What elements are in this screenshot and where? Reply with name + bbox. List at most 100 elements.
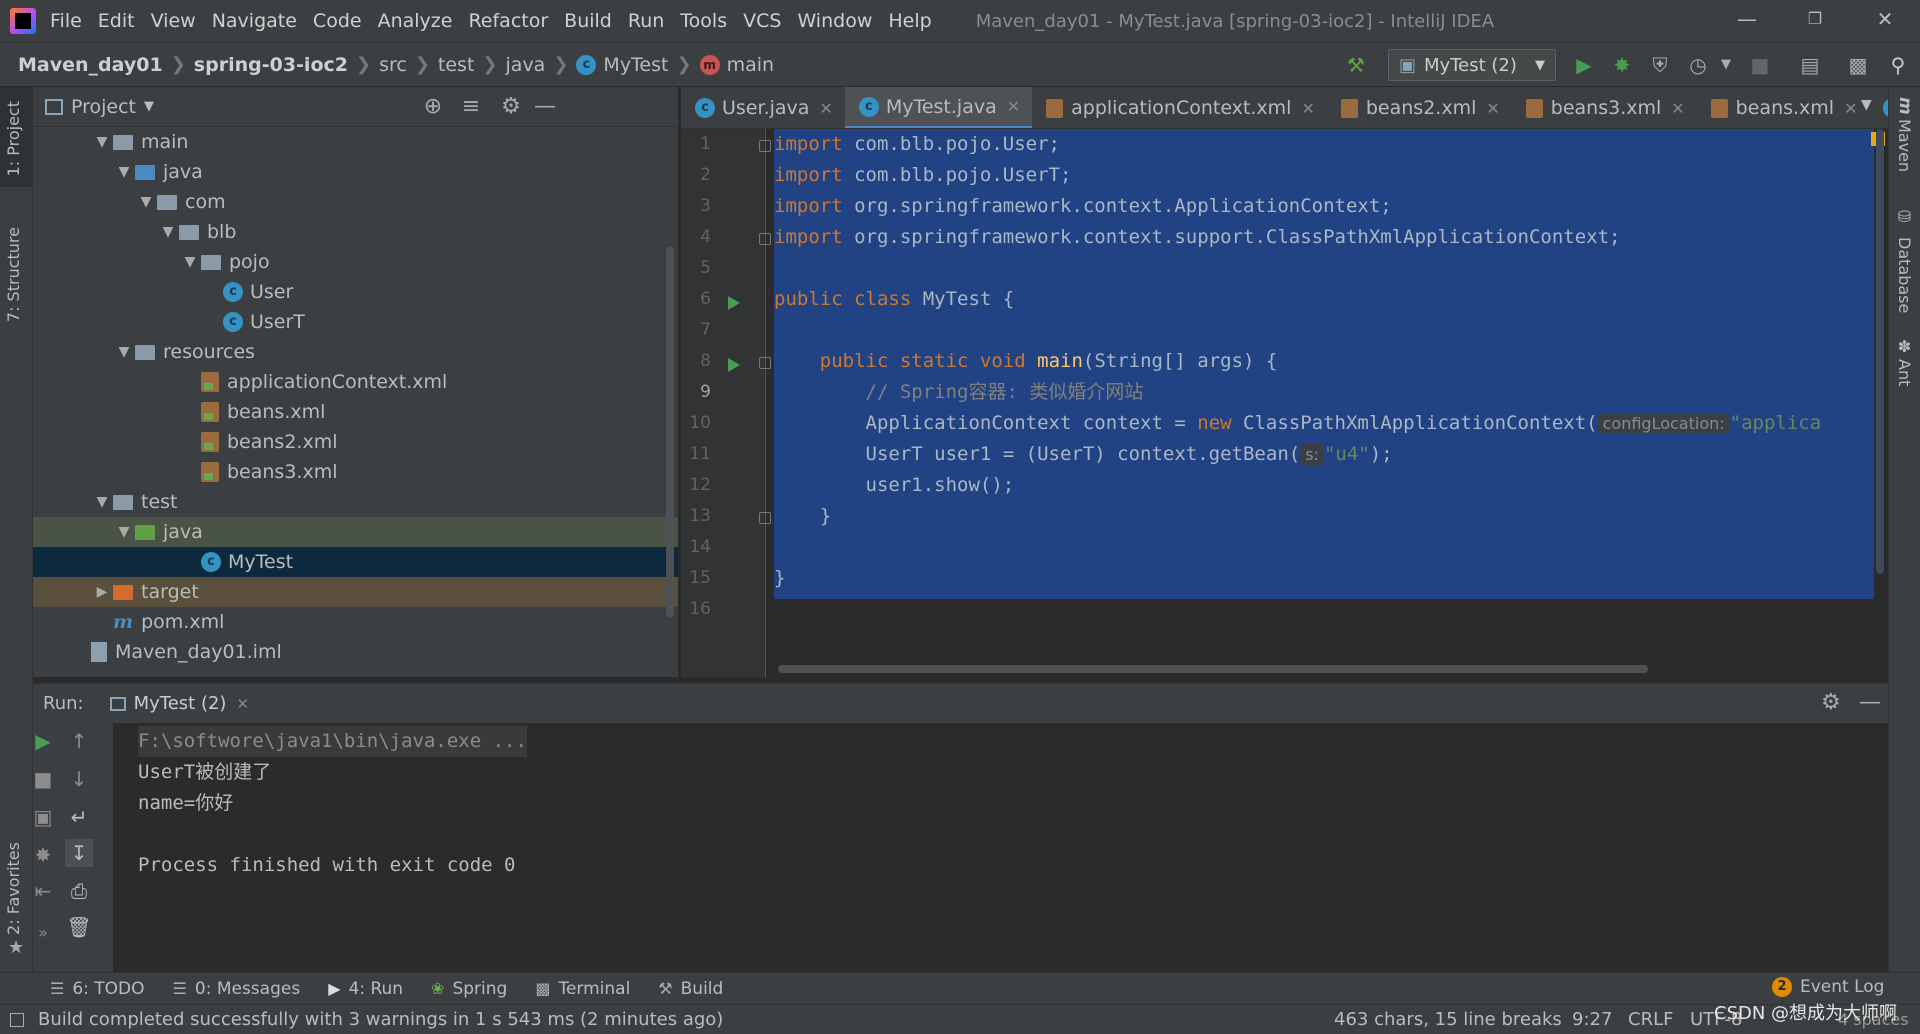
expanded-arrow-icon[interactable]: ▼ <box>113 164 135 180</box>
close-tab-icon[interactable]: ✕ <box>819 99 832 118</box>
expanded-arrow-icon[interactable]: ▼ <box>91 494 113 510</box>
hide-icon[interactable]: — <box>531 93 559 121</box>
search-icon[interactable]: ⚲ <box>1884 51 1912 79</box>
editor-horizontal-scrollbar[interactable] <box>778 665 1648 673</box>
run-icon[interactable]: ▶ <box>1570 51 1598 79</box>
tab-overflow[interactable]: cU <box>1869 87 1888 128</box>
tree-item-selected[interactable]: c MyTest <box>33 547 678 577</box>
toggle-tool-windows-icon[interactable] <box>10 1012 24 1027</box>
breadcrumb-test[interactable]: test <box>438 54 475 76</box>
database-tool-tab[interactable]: Database <box>1895 237 1914 313</box>
collapsed-arrow-icon[interactable]: ▶ <box>91 584 113 600</box>
tree-item[interactable]: ▼ java <box>33 157 678 187</box>
run-class-gutter-icon[interactable] <box>728 296 740 310</box>
ant-tool-tab[interactable]: Ant <box>1895 359 1914 386</box>
tree-item[interactable]: ▼ blb <box>33 217 678 247</box>
close-tab-icon[interactable]: ✕ <box>1007 97 1020 116</box>
tree-item[interactable]: ▼ com <box>33 187 678 217</box>
project-panel-title[interactable]: Project <box>71 96 136 118</box>
caret-position[interactable]: 9:27 <box>1572 1009 1612 1030</box>
todo-button[interactable]: ☰ 6: TODO <box>50 979 145 999</box>
menu-tools[interactable]: Tools <box>680 10 727 32</box>
project-structure-icon[interactable]: ▤ <box>1796 51 1824 79</box>
build-hammer-icon[interactable]: ⚒ <box>1342 51 1370 79</box>
tree-item[interactable]: ▼ resources <box>33 337 678 367</box>
debug-icon[interactable]: ✸ <box>29 841 57 869</box>
fold-icon[interactable] <box>759 233 771 245</box>
coverage-icon[interactable]: ⛨ <box>1646 51 1674 79</box>
close-tab-icon[interactable]: ✕ <box>236 695 249 713</box>
tab-list-chevron-icon[interactable]: ▼ <box>1861 97 1872 113</box>
menu-window[interactable]: Window <box>797 10 872 32</box>
expanded-arrow-icon[interactable]: ▼ <box>135 194 157 210</box>
tree-item[interactable]: ▶ target <box>33 577 678 607</box>
breadcrumb-project[interactable]: Maven_day01 <box>18 54 163 76</box>
breadcrumb-module[interactable]: spring-03-ioc2 <box>194 54 348 76</box>
menu-refactor[interactable]: Refactor <box>468 10 548 32</box>
expanded-arrow-icon[interactable]: ▼ <box>91 134 113 150</box>
fold-icon[interactable] <box>759 512 771 524</box>
expanded-arrow-icon[interactable]: ▼ <box>157 224 179 240</box>
tree-item[interactable]: Maven_day01.iml <box>33 637 678 667</box>
tree-item[interactable]: m pom.xml <box>33 607 678 637</box>
close-tab-icon[interactable]: ✕ <box>1301 99 1314 118</box>
tree-item[interactable]: c UserT <box>33 307 678 337</box>
menu-file[interactable]: File <box>50 10 82 32</box>
sdk-icon[interactable]: ▩ <box>1844 51 1872 79</box>
tree-item[interactable]: ▼ java <box>33 517 678 547</box>
close-icon[interactable]: ✕ <box>1874 8 1896 30</box>
gear-icon[interactable]: ⚙ <box>1821 690 1841 715</box>
menu-build[interactable]: Build <box>564 10 612 32</box>
arrow-down-icon[interactable]: ↓ <box>65 765 93 793</box>
menu-view[interactable]: View <box>151 10 196 32</box>
stop-icon[interactable]: ■ <box>1746 51 1774 79</box>
menu-analyze[interactable]: Analyze <box>378 10 453 32</box>
fold-icon[interactable] <box>759 357 771 369</box>
run-method-gutter-icon[interactable] <box>728 358 740 372</box>
spring-button[interactable]: ❀ Spring <box>431 979 507 999</box>
tree-item[interactable]: ▼ main <box>33 127 678 157</box>
scroll-to-end-icon[interactable]: ↧ <box>65 839 93 867</box>
exit-icon[interactable]: ⇤ <box>29 877 57 905</box>
project-scrollbar[interactable] <box>666 247 674 617</box>
arrow-up-icon[interactable]: ↑ <box>65 727 93 755</box>
stop-icon[interactable]: ■ <box>29 765 57 793</box>
debug-icon[interactable]: ✸ <box>1608 51 1636 79</box>
tree-item[interactable]: ▼ test <box>33 487 678 517</box>
minimize-icon[interactable]: — <box>1736 8 1758 30</box>
structure-tool-tab[interactable]: 7: Structure <box>4 227 23 322</box>
terminal-button[interactable]: ▩ Terminal <box>535 979 630 999</box>
run-configuration-select[interactable]: ▣ MyTest (2) ▼ <box>1388 49 1556 81</box>
breadcrumb-method[interactable]: m main <box>699 54 774 76</box>
tree-item[interactable]: beans3.xml <box>33 457 678 487</box>
breadcrumb-java[interactable]: java <box>506 54 546 76</box>
tree-item[interactable]: applicationContext.xml <box>33 367 678 397</box>
chevron-down-icon[interactable]: ▼ <box>1712 51 1740 79</box>
camera-icon[interactable]: ▣ <box>29 803 57 831</box>
favorites-tool-tab[interactable]: 2: Favorites <box>4 842 23 935</box>
breadcrumb-src[interactable]: src <box>379 54 407 76</box>
more-icon[interactable]: » <box>29 919 57 947</box>
close-tab-icon[interactable]: ✕ <box>1486 99 1499 118</box>
tree-item[interactable]: beans.xml <box>33 397 678 427</box>
tab-applicationcontext-xml[interactable]: applicationContext.xml ✕ <box>1032 87 1327 128</box>
expanded-arrow-icon[interactable]: ▼ <box>113 344 135 360</box>
run-tool-button[interactable]: ▶ 4: Run <box>328 979 403 999</box>
fold-icon[interactable] <box>759 140 771 152</box>
status-message[interactable]: Build completed successfully with 3 warn… <box>38 1009 723 1030</box>
menu-vcs[interactable]: VCS <box>743 10 781 32</box>
menu-navigate[interactable]: Navigate <box>212 10 297 32</box>
expanded-arrow-icon[interactable]: ▼ <box>113 524 135 540</box>
trash-icon[interactable]: 🗑 <box>65 913 93 941</box>
print-icon[interactable]: ⎙ <box>65 877 93 905</box>
chevron-down-icon[interactable]: ▼ <box>144 99 154 114</box>
locate-icon[interactable]: ⊕ <box>419 93 447 121</box>
tab-user-java[interactable]: c User.java ✕ <box>681 87 845 128</box>
expanded-arrow-icon[interactable]: ▼ <box>179 254 201 270</box>
messages-button[interactable]: ☰ 0: Messages <box>173 979 301 999</box>
run-tab-label[interactable]: MyTest (2) <box>134 693 227 714</box>
event-log-button[interactable]: 2 Event Log <box>1772 977 1884 997</box>
profile-icon[interactable]: ◷ <box>1684 51 1712 79</box>
tab-beans-xml[interactable]: beans.xml ✕ <box>1697 87 1870 128</box>
menu-run[interactable]: Run <box>628 10 664 32</box>
